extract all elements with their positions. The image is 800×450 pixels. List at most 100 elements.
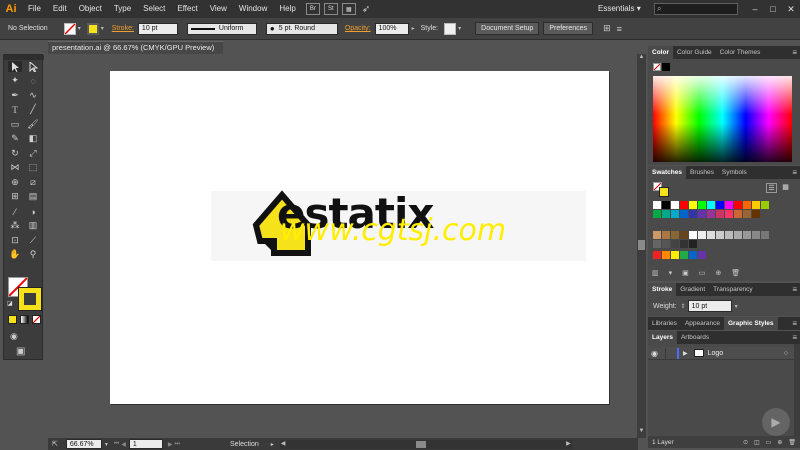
rotate-icon[interactable]: ↻ <box>8 148 22 159</box>
workspace-switcher[interactable]: Essentials ▾ <box>598 0 641 18</box>
free-transform-icon[interactable]: ⬚ <box>26 162 40 173</box>
direct-selection-icon[interactable] <box>26 61 40 72</box>
arrange-documents-icon[interactable]: ▦ <box>341 3 356 15</box>
menu-window[interactable]: Window <box>233 0 273 18</box>
stroke-dropdown-icon[interactable]: ▾ <box>101 25 104 32</box>
zoom-dropdown-icon[interactable]: ▾ <box>105 441 108 448</box>
list-view-icon[interactable]: ☰ <box>766 183 777 193</box>
eraser-icon[interactable]: ◧ <box>26 133 40 144</box>
first-artboard-icon[interactable]: ⏮ <box>114 441 119 448</box>
artboard-number-field[interactable]: 1 <box>128 439 163 449</box>
rectangle-icon[interactable]: ▭ <box>8 119 22 130</box>
color-swatch[interactable] <box>743 201 751 209</box>
layer-row[interactable]: ◉ ▶ Logo ○ <box>648 347 794 360</box>
scale-icon[interactable]: ⤢ <box>26 148 40 159</box>
graphic-style-swatch[interactable] <box>444 22 457 35</box>
color-swatch[interactable] <box>653 201 661 209</box>
color-mode-icon[interactable] <box>8 315 17 324</box>
hand-icon[interactable]: ✋ <box>8 249 22 260</box>
color-swatch[interactable] <box>662 231 670 239</box>
tab-transparency[interactable]: Transparency <box>709 283 757 296</box>
artboard[interactable]: estatix www.cgtsj.com <box>110 71 609 404</box>
curvature-icon[interactable]: ∿ <box>26 90 40 101</box>
thumbnail-view-icon[interactable]: ▦ <box>780 183 791 193</box>
color-swatch[interactable] <box>689 231 697 239</box>
pencil-icon[interactable]: ✎ <box>8 133 22 144</box>
artboard-icon[interactable]: ⊡ <box>8 235 22 246</box>
scroll-right-icon[interactable]: ▶ <box>566 440 571 447</box>
opacity-arrow-icon[interactable]: ▸ <box>412 25 415 32</box>
color-swatch[interactable] <box>671 240 679 248</box>
color-panel-menu-icon[interactable]: ≡ <box>792 48 797 57</box>
tab-stroke[interactable]: Stroke <box>648 283 677 296</box>
color-swatch[interactable] <box>698 251 706 259</box>
swatch-stroke-box[interactable] <box>659 187 669 197</box>
layer-name[interactable]: Logo <box>708 350 724 357</box>
tab-color-guide[interactable]: Color Guide <box>673 46 716 59</box>
document-setup-button[interactable]: Document Setup <box>475 22 540 35</box>
preferences-button[interactable]: Preferences <box>543 22 594 35</box>
gradient-mode-icon[interactable] <box>20 315 29 324</box>
menu-edit[interactable]: Edit <box>47 0 73 18</box>
color-swatch[interactable] <box>698 210 706 218</box>
menu-select[interactable]: Select <box>137 0 171 18</box>
style-dropdown-icon[interactable]: ▾ <box>458 25 461 32</box>
selection-icon[interactable] <box>8 61 22 72</box>
new-swatch-icon[interactable]: ⊕ <box>715 269 721 279</box>
bridge-button[interactable]: Br <box>305 3 320 15</box>
color-swatch[interactable] <box>725 231 733 239</box>
color-swatch[interactable] <box>725 201 733 209</box>
menu-file[interactable]: File <box>22 0 47 18</box>
color-swatch[interactable] <box>752 201 760 209</box>
status-menu-icon[interactable]: ▸ <box>271 441 274 448</box>
type-icon[interactable]: T <box>8 104 22 115</box>
variable-width-profile[interactable]: Uniform <box>186 22 257 35</box>
fill-dropdown-icon[interactable]: ▾ <box>78 25 81 32</box>
minimize-button[interactable]: – <box>746 0 764 18</box>
swatches-panel-menu-icon[interactable]: ≡ <box>792 168 797 177</box>
color-swatch[interactable] <box>671 231 679 239</box>
eyedropper-icon[interactable]: ⁄ <box>8 206 22 217</box>
delete-layer-icon[interactable]: 🗑 <box>788 439 796 446</box>
line-icon[interactable]: ╱ <box>26 104 40 115</box>
pen-icon[interactable]: ✒ <box>8 90 22 101</box>
menu-effect[interactable]: Effect <box>171 0 203 18</box>
stroke-panel-menu-icon[interactable]: ≡ <box>792 285 797 294</box>
opacity-panel-link[interactable]: Opacity: <box>345 25 371 32</box>
menu-type[interactable]: Type <box>108 0 137 18</box>
color-swatch[interactable] <box>653 210 661 218</box>
color-swatch[interactable] <box>752 210 760 218</box>
swatch-libraries-icon[interactable]: ▥ <box>652 269 659 279</box>
gpu-rocket-icon[interactable]: ➶ <box>362 4 370 15</box>
menu-help[interactable]: Help <box>273 0 301 18</box>
scroll-up-icon[interactable]: ▲ <box>637 54 646 63</box>
stroke-swatch[interactable] <box>86 22 99 35</box>
weight-dropdown-icon[interactable]: ▾ <box>735 303 738 310</box>
color-swatch[interactable] <box>734 231 742 239</box>
target-circle-icon[interactable]: ○ <box>784 350 788 357</box>
last-artboard-icon[interactable]: ⏭ <box>175 441 180 448</box>
color-swatch[interactable] <box>707 231 715 239</box>
color-swatch[interactable] <box>743 231 751 239</box>
zoom-icon[interactable]: ⚲ <box>26 249 40 260</box>
canvas-area[interactable]: estatix www.cgtsj.com <box>48 54 638 436</box>
color-swatch[interactable] <box>698 201 706 209</box>
color-swatch[interactable] <box>761 201 769 209</box>
fill-swatch[interactable] <box>63 22 76 35</box>
drawing-mode-icon[interactable]: ◉ <box>10 331 18 342</box>
visibility-eye-icon[interactable]: ◉ <box>651 349 663 358</box>
color-swatch[interactable] <box>680 231 688 239</box>
tab-graphic-styles[interactable]: Graphic Styles <box>724 317 778 330</box>
stroke-color-box[interactable] <box>18 287 42 311</box>
color-swatch[interactable] <box>662 251 670 259</box>
document-tab[interactable]: presentation.ai @ 66.67% (CMYK/GPU Previ… <box>48 41 223 64</box>
shape-builder-icon[interactable]: ⊕ <box>8 177 22 188</box>
none-mode-icon[interactable] <box>32 315 41 324</box>
delete-swatch-icon[interactable]: 🗑 <box>731 269 740 279</box>
color-swatch[interactable] <box>743 210 751 218</box>
color-swatch[interactable] <box>707 210 715 218</box>
width-icon[interactable]: ⋈ <box>8 162 22 173</box>
color-swatch[interactable] <box>716 210 724 218</box>
symbol-sprayer-icon[interactable]: ⁂ <box>8 220 22 231</box>
scroll-left-icon[interactable]: ◀ <box>281 440 286 447</box>
